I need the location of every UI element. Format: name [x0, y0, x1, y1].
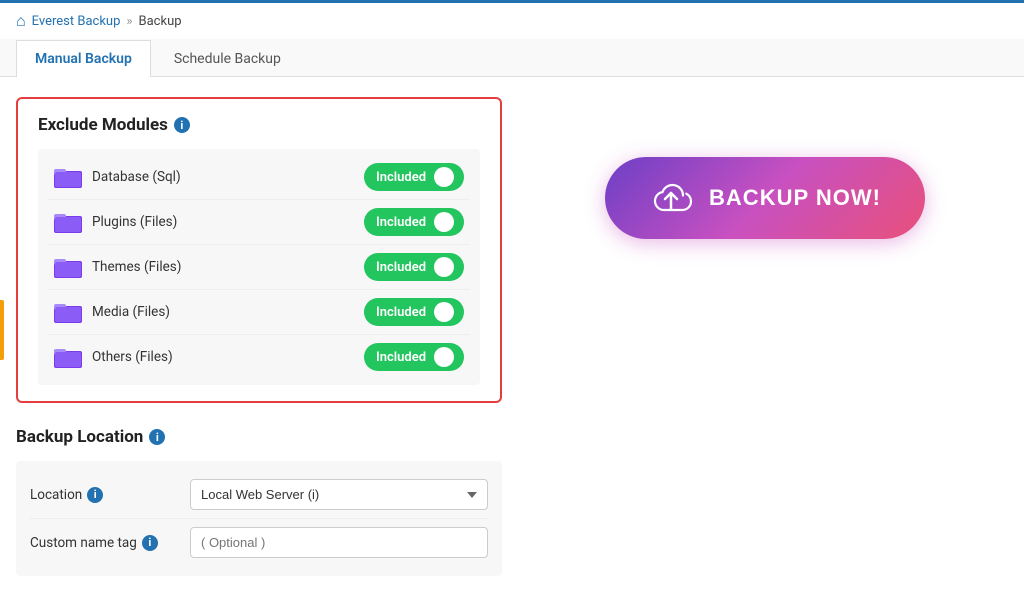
backup-now-label: BACKUP NOW! [709, 185, 881, 211]
toggle-themes[interactable]: Included [364, 253, 464, 281]
module-name-plugins: Plugins (Files) [92, 214, 364, 230]
backup-location-title-text: Backup Location [16, 427, 143, 447]
custom-name-info-icon[interactable]: i [142, 535, 158, 551]
location-select[interactable]: Local Web Server (i) Google Drive Dropbo… [190, 479, 488, 510]
module-row-themes: Themes (Files) Included [48, 245, 470, 290]
exclude-modules-section: Exclude Modules i Database (Sql) Include… [16, 97, 502, 403]
folder-icon-others [54, 346, 82, 368]
main-content: Exclude Modules i Database (Sql) Include… [0, 77, 1024, 600]
toggle-label-media: Included [376, 305, 426, 320]
left-accent-bar [0, 300, 4, 360]
toggle-label-others: Included [376, 350, 426, 365]
folder-icon-plugins [54, 211, 82, 233]
module-name-media: Media (Files) [92, 304, 364, 320]
module-row-plugins: Plugins (Files) Included [48, 200, 470, 245]
toggle-circle-others [434, 347, 454, 367]
cloud-upload-icon [649, 179, 693, 217]
toggle-circle-themes [434, 257, 454, 277]
toggle-database[interactable]: Included [364, 163, 464, 191]
module-row-others: Others (Files) Included [48, 335, 470, 379]
location-field-info-icon[interactable]: i [87, 487, 103, 503]
location-row: Location i Local Web Server (i) Google D… [30, 471, 488, 519]
backup-location-info-icon[interactable]: i [149, 429, 165, 445]
toggle-label-plugins: Included [376, 215, 426, 230]
folder-icon-database [54, 166, 82, 188]
custom-name-row: Custom name tag i [30, 519, 488, 566]
custom-name-label-text: Custom name tag [30, 535, 137, 551]
backup-location-title: Backup Location i [16, 427, 502, 447]
toggle-plugins[interactable]: Included [364, 208, 464, 236]
tab-manual-backup[interactable]: Manual Backup [16, 40, 151, 77]
toggle-circle-database [434, 167, 454, 187]
custom-name-control [190, 527, 488, 558]
breadcrumb-separator: » [126, 14, 132, 29]
topbar: ⌂ Everest Backup » Backup [0, 0, 1024, 39]
toggle-label-database: Included [376, 170, 426, 185]
module-row-media: Media (Files) Included [48, 290, 470, 335]
folder-icon-themes [54, 256, 82, 278]
location-label-text: Location [30, 487, 82, 503]
location-select-wrapper: Local Web Server (i) Google Drive Dropbo… [190, 479, 488, 510]
tab-schedule-backup[interactable]: Schedule Backup [155, 40, 300, 77]
location-label: Location i [30, 487, 190, 503]
module-name-others: Others (Files) [92, 349, 364, 365]
custom-name-input[interactable] [190, 527, 488, 558]
backup-location-section: Backup Location i Location i Local Web S… [16, 423, 502, 580]
toggle-circle-media [434, 302, 454, 322]
exclude-modules-title-text: Exclude Modules [38, 115, 168, 135]
home-icon: ⌂ [16, 11, 26, 31]
toggle-others[interactable]: Included [364, 343, 464, 371]
breadcrumb-current: Backup [139, 14, 182, 29]
module-name-themes: Themes (Files) [92, 259, 364, 275]
backup-now-button[interactable]: BACKUP NOW! [605, 157, 925, 239]
left-column: Exclude Modules i Database (Sql) Include… [16, 97, 502, 580]
exclude-modules-info-icon[interactable]: i [174, 117, 190, 133]
exclude-modules-title: Exclude Modules i [38, 115, 480, 135]
breadcrumb-app[interactable]: Everest Backup [32, 14, 121, 29]
toggle-label-themes: Included [376, 260, 426, 275]
location-fields: Location i Local Web Server (i) Google D… [16, 461, 502, 576]
modules-list: Database (Sql) Included Plugins (Files) [38, 149, 480, 385]
toggle-circle-plugins [434, 212, 454, 232]
folder-icon-media [54, 301, 82, 323]
right-column: BACKUP NOW! [522, 97, 1008, 580]
tabs-bar: Manual Backup Schedule Backup [0, 39, 1024, 77]
module-name-database: Database (Sql) [92, 169, 364, 185]
toggle-media[interactable]: Included [364, 298, 464, 326]
custom-name-label: Custom name tag i [30, 535, 190, 551]
module-row-database: Database (Sql) Included [48, 155, 470, 200]
